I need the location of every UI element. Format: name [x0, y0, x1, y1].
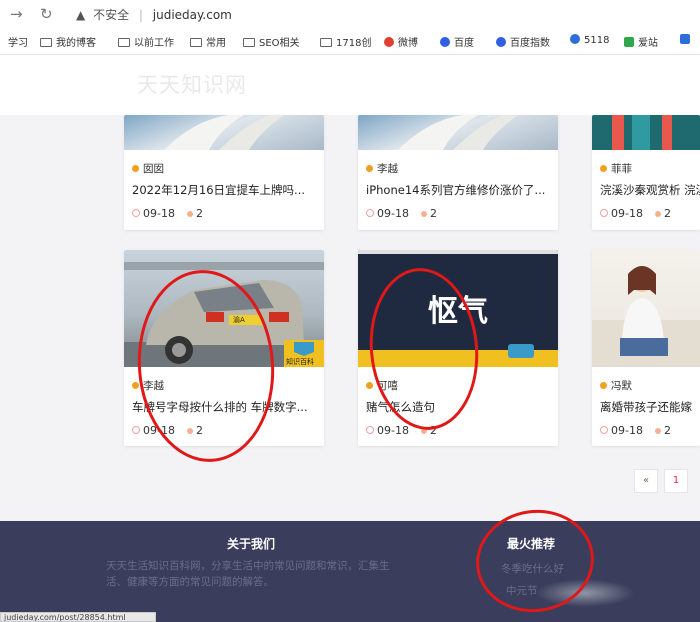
card-author: 囡囡 — [132, 161, 164, 176]
card-title[interactable]: 2022年12月16日宜提车上牌吗... — [132, 182, 317, 198]
card-title[interactable]: iPhone14系列官方维修价涨价了... — [366, 182, 551, 198]
bookmark-item[interactable]: 常用 — [190, 34, 226, 49]
card-author: 菲菲 — [600, 161, 632, 176]
folder-icon — [118, 38, 130, 47]
article-thumbnail[interactable] — [592, 250, 700, 367]
thumbnail-text: 怄气 — [428, 294, 488, 329]
browser-address-bar: → ↻ ▲ 不安全 | judieday.com — [0, 0, 700, 28]
card-meta: 09-18 2 — [600, 207, 671, 220]
footer-about-title: 关于我们 — [227, 537, 276, 551]
weibo-icon — [384, 37, 394, 47]
logo-badge-icon — [508, 344, 534, 358]
card-title[interactable]: 车牌号字母按什么排的 车牌数字... — [132, 399, 322, 415]
comment-icon — [420, 428, 427, 434]
clock-icon — [366, 209, 374, 217]
insecure-label: 不安全 — [93, 8, 130, 22]
clock-icon — [366, 426, 374, 434]
clock-icon — [132, 209, 140, 217]
pagination-prev-button[interactable]: « — [634, 469, 658, 493]
card-author: 李越 — [132, 378, 164, 393]
bookmark-item[interactable]: 百度指数 — [496, 34, 550, 49]
article-thumbnail[interactable] — [124, 115, 324, 150]
bookmark-item[interactable]: SEO相关 — [243, 34, 300, 49]
card-author: 李越 — [366, 161, 398, 176]
site-header: 天天知识网 — [0, 55, 700, 115]
watermark-blur — [535, 579, 635, 607]
aizhan-icon — [624, 37, 634, 47]
pagination-page-button[interactable]: 1 — [664, 469, 688, 493]
article-thumbnail[interactable] — [358, 115, 558, 150]
article-card[interactable]: 囡囡 2022年12月16日宜提车上牌吗... 09-18 2 — [124, 115, 324, 230]
card-title[interactable]: 赌气怎么造句 — [366, 399, 556, 415]
baidu-paw-icon — [496, 37, 506, 47]
article-thumbnail[interactable]: 怄气 — [358, 250, 558, 367]
author-avatar-icon — [366, 382, 373, 389]
warning-icon: ▲ — [76, 8, 86, 22]
bookmark-item[interactable]: 以前工作 — [118, 34, 174, 49]
clock-icon — [600, 209, 608, 217]
footer-hot-title: 最火推荐 — [507, 537, 556, 551]
thumbnail-badge: 知识百科 — [286, 358, 314, 366]
url-text: judieday.com — [152, 8, 232, 22]
author-avatar-icon — [600, 382, 607, 389]
author-avatar-icon — [600, 165, 607, 172]
card-meta: 09-18 2 — [600, 424, 671, 437]
site-footer: 关于我们 天天生活知识百科网，分享生活中的常见问题和常识，汇集生活、健康等方面的… — [0, 521, 700, 622]
card-title[interactable]: 离婚带孩子还能嫁 — [600, 399, 700, 415]
article-card[interactable]: 怄气 可嘻 赌气怎么造句 09-18 2 — [358, 250, 558, 446]
card-meta: 09-18 2 — [132, 424, 203, 437]
comment-icon — [654, 211, 661, 217]
comment-icon — [420, 211, 427, 217]
folder-icon — [243, 38, 255, 47]
folder-icon — [320, 38, 332, 47]
back-arrow-icon[interactable]: → — [10, 5, 23, 23]
author-avatar-icon — [366, 165, 373, 172]
article-card[interactable]: 冯默 离婚带孩子还能嫁 09-18 2 — [592, 250, 700, 446]
author-avatar-icon — [132, 165, 139, 172]
comment-icon — [186, 428, 193, 434]
comment-icon — [186, 211, 193, 217]
5118-icon — [570, 34, 580, 44]
footer-about-text: 天天生活知识百科网，分享生活中的常见问题和常识，汇集生活、健康等方面的常见问题的… — [106, 560, 390, 588]
bookmark-item[interactable]: 微博 — [384, 34, 418, 49]
article-thumbnail[interactable] — [592, 115, 700, 150]
article-thumbnail[interactable]: 渝A 知识百科 — [124, 250, 324, 367]
bookmark-item[interactable]: 5118 — [570, 34, 609, 46]
footer-hot-item[interactable]: 冬季吃什么好 — [501, 561, 564, 576]
browser-status-bar: judieday.com/post/28854.html — [0, 612, 156, 622]
url-field[interactable]: ▲ 不安全 | judieday.com — [76, 6, 232, 23]
bookmark-icon — [680, 34, 690, 44]
card-meta: 09-18 2 — [366, 207, 437, 220]
bookmark-item[interactable]: 爱站 — [624, 34, 658, 49]
bookmarks-bar: 学习 我的博客 以前工作 常用 SEO相关 1718创 微博 百度 百度指数 5… — [0, 28, 700, 55]
footer-hot-item[interactable]: 中元节 — [506, 583, 538, 598]
card-meta: 09-18 2 — [132, 207, 203, 220]
bookmark-item[interactable]: 我的博客 — [40, 34, 96, 49]
card-title[interactable]: 浣溪沙秦观赏析 浣溪 — [600, 182, 700, 198]
article-card[interactable]: 李越 iPhone14系列官方维修价涨价了... 09-18 2 — [358, 115, 558, 230]
license-plate: 渝A — [233, 316, 245, 324]
clock-icon — [600, 426, 608, 434]
article-card[interactable]: 菲菲 浣溪沙秦观赏析 浣溪 09-18 2 — [592, 115, 700, 230]
article-card[interactable]: 渝A 知识百科 李越 车牌号字母按什么排的 车牌数字... 09-18 2 — [124, 250, 324, 446]
bookmark-item[interactable]: 1718创 — [320, 34, 371, 49]
card-author: 可嘻 — [366, 378, 398, 393]
folder-icon — [190, 38, 202, 47]
folder-icon — [40, 38, 52, 47]
bookmark-item[interactable]: 学习 — [8, 34, 28, 49]
bookmark-item[interactable] — [680, 34, 694, 46]
bookmark-item[interactable]: 百度 — [440, 34, 474, 49]
comment-icon — [654, 428, 661, 434]
baidu-paw-icon — [440, 37, 450, 47]
card-author: 冯默 — [600, 378, 632, 393]
card-meta: 09-18 2 — [366, 424, 437, 437]
reload-icon[interactable]: ↻ — [40, 5, 53, 23]
author-avatar-icon — [132, 382, 139, 389]
site-logo[interactable]: 天天知识网 — [137, 69, 247, 99]
clock-icon — [132, 426, 140, 434]
